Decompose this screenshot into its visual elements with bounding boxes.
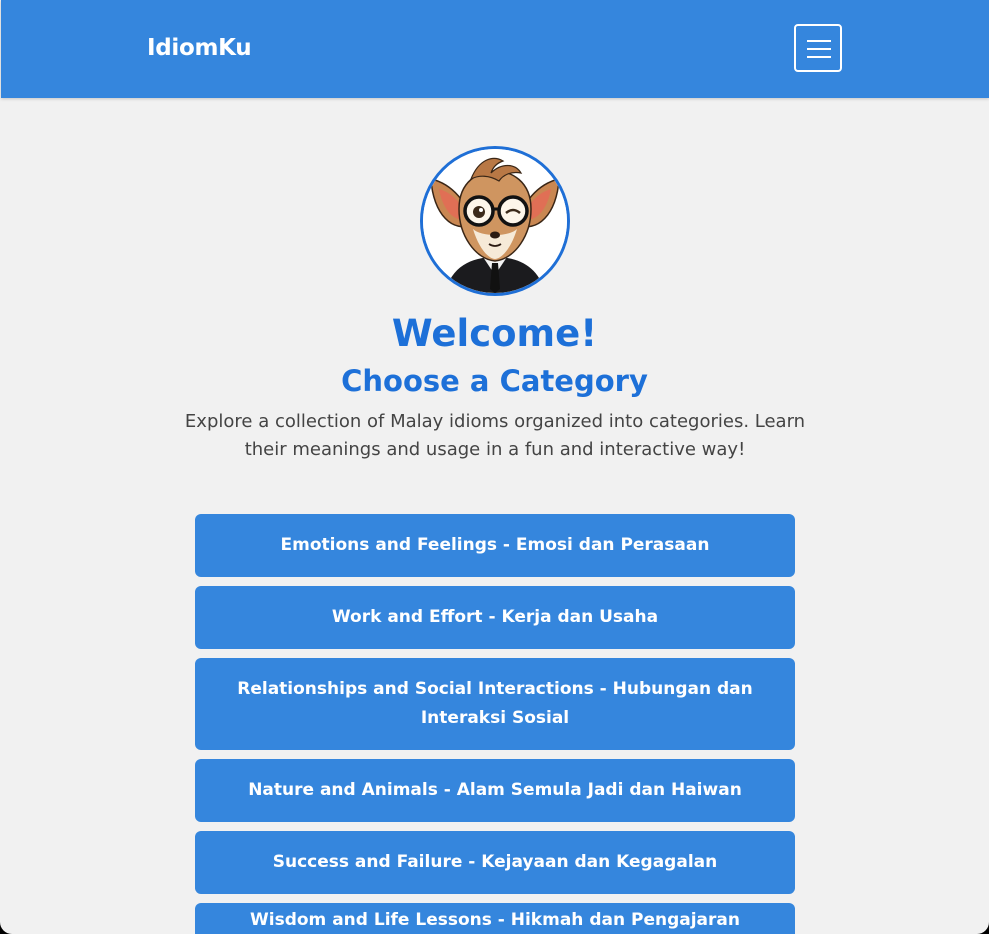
category-button-emotions[interactable]: Emotions and Feelings - Emosi dan Perasa… [195,514,795,577]
navbar: IdiomKu [1,0,989,98]
app-window: IdiomKu Welcome! Choose a Category Explo… [0,0,989,934]
category-button-nature[interactable]: Nature and Animals - Alam Semula Jadi da… [195,759,795,822]
category-button-wisdom[interactable]: Wisdom and Life Lessons - Hikmah dan Pen… [195,903,795,934]
intro-text: Explore a collection of Malay idioms org… [184,411,806,460]
welcome-heading: Welcome! [391,312,598,355]
menu-toggle-button[interactable] [794,24,842,72]
category-button-success[interactable]: Success and Failure - Kejayaan dan Kegag… [195,831,795,894]
category-button-relationships[interactable]: Relationships and Social Interactions - … [195,658,795,750]
category-list: Emotions and Feelings - Emosi dan Perasa… [195,514,795,934]
mascot-avatar [420,146,570,296]
fox-mascot-icon [423,149,567,293]
choose-category-heading: Choose a Category [341,364,648,398]
brand-logo-link[interactable]: IdiomKu [147,33,252,63]
category-button-work[interactable]: Work and Effort - Kerja dan Usaha [195,586,795,649]
